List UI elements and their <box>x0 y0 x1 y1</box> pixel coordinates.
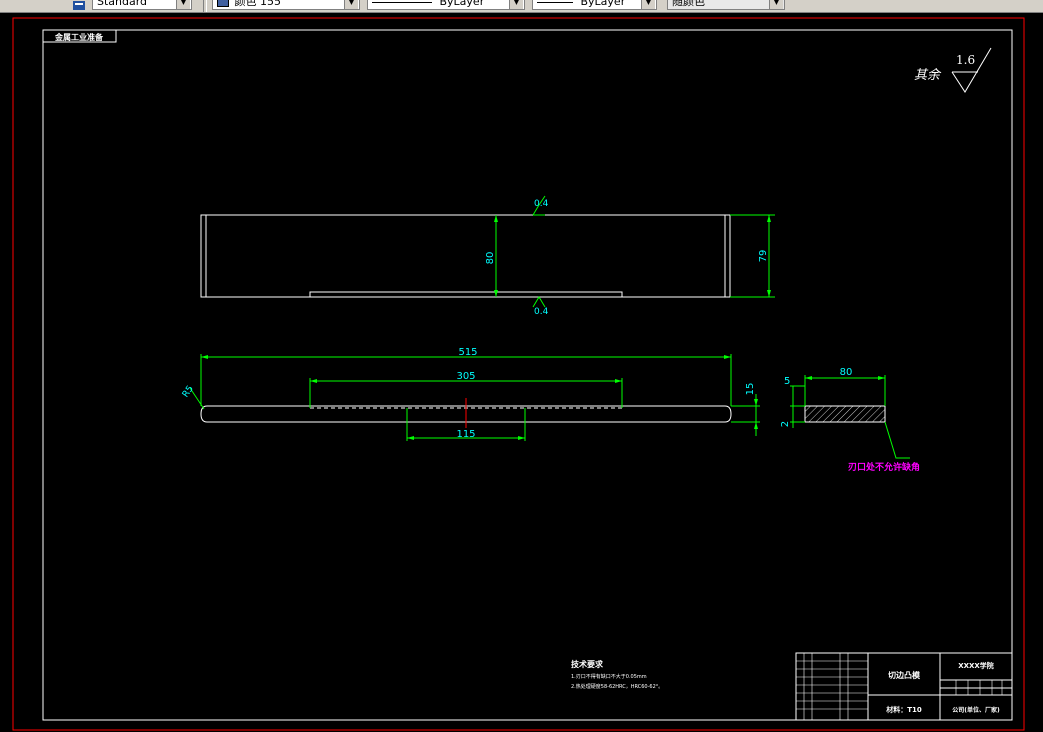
roughness-symbol: 其余 1.6 <box>914 47 992 93</box>
top-left-label: 金属工业准备 <box>54 32 104 42</box>
sheet-inner-border <box>42 29 1013 721</box>
toolbar-separator <box>203 0 207 12</box>
top-view: 80 79 0.4 0.4 <box>200 195 775 317</box>
color-value: 颜色 155 <box>234 0 282 8</box>
section-note: 刃口处不允许缺角 <box>848 461 920 473</box>
lineweight-value: ByLayer <box>580 0 626 8</box>
tech-req-title: 技术要求 <box>571 659 604 669</box>
title-company: 公司(单位、厂家) <box>952 706 1000 714</box>
dim-radius: R5 <box>181 384 196 400</box>
text-style-value: Standard <box>97 0 148 8</box>
chevron-down-icon[interactable]: ▼ <box>176 0 190 9</box>
dim-height-inner: 80 <box>485 252 496 265</box>
tech-req-line1: 1.刃口不得有缺口不大于0.05mm <box>571 673 647 680</box>
lineweight-preview <box>537 1 573 3</box>
color-select[interactable]: 颜色 155 ▼ <box>212 0 360 10</box>
section-dim-height: 2 <box>780 421 791 427</box>
dim-thickness: 15 <box>745 383 756 396</box>
dim-slot: 115 <box>456 429 475 440</box>
tech-requirements: 技术要求 1.刃口不得有缺口不大于0.05mm 2.热处理硬度58-62HRC，… <box>571 659 663 690</box>
color-swatch-icon <box>217 0 229 7</box>
dim-inner: 305 <box>456 371 475 382</box>
dim-length: 515 <box>458 347 477 358</box>
parallel-top: 0.4 <box>534 199 549 209</box>
tech-req-line2: 2.热处理硬度58-62HRC，HRC60-62°。 <box>571 683 663 690</box>
sheet-outer-border <box>12 17 1025 731</box>
linetype-preview <box>372 1 432 3</box>
lineweight-select[interactable]: ByLayer ▼ <box>532 0 657 10</box>
text-style-select[interactable]: Standard ▼ <box>92 0 192 10</box>
dim-height-outer: 79 <box>758 250 769 263</box>
chevron-down-icon[interactable]: ▼ <box>769 0 783 9</box>
roughness-prefix: 其余 <box>914 67 942 83</box>
text-style-icon[interactable] <box>72 0 86 10</box>
plot-style-value: 随颜色 <box>672 0 705 8</box>
drawing-canvas[interactable]: 金属工业准备 其余 1.6 80 79 0.4 0.4 515 305 115 … <box>0 12 1043 732</box>
chevron-down-icon[interactable]: ▼ <box>641 0 655 9</box>
section-view: 80 5 2 刃口处不允许缺角 <box>780 367 920 473</box>
title-drawing-no: XXXX学院 <box>958 661 994 670</box>
front-view: 515 305 115 15 R5 <box>181 347 760 441</box>
title-part-name: 切边凸模 <box>888 670 921 680</box>
linetype-select[interactable]: ByLayer ▼ <box>367 0 525 10</box>
parallel-bottom: 0.4 <box>534 307 549 317</box>
linetype-value: ByLayer <box>439 0 485 8</box>
chevron-down-icon[interactable]: ▼ <box>344 0 358 9</box>
chevron-down-icon[interactable]: ▼ <box>509 0 523 9</box>
plot-style-select[interactable]: 随颜色 ▼ <box>667 0 785 10</box>
section-dim-width: 80 <box>840 367 853 378</box>
roughness-value: 1.6 <box>956 53 975 67</box>
title-material: 材料：T10 <box>885 705 922 714</box>
section-dim-offset: 5 <box>784 376 790 387</box>
title-block: 切边凸模 XXXX学院 材料：T10 公司(单位、厂家) <box>795 652 1013 721</box>
